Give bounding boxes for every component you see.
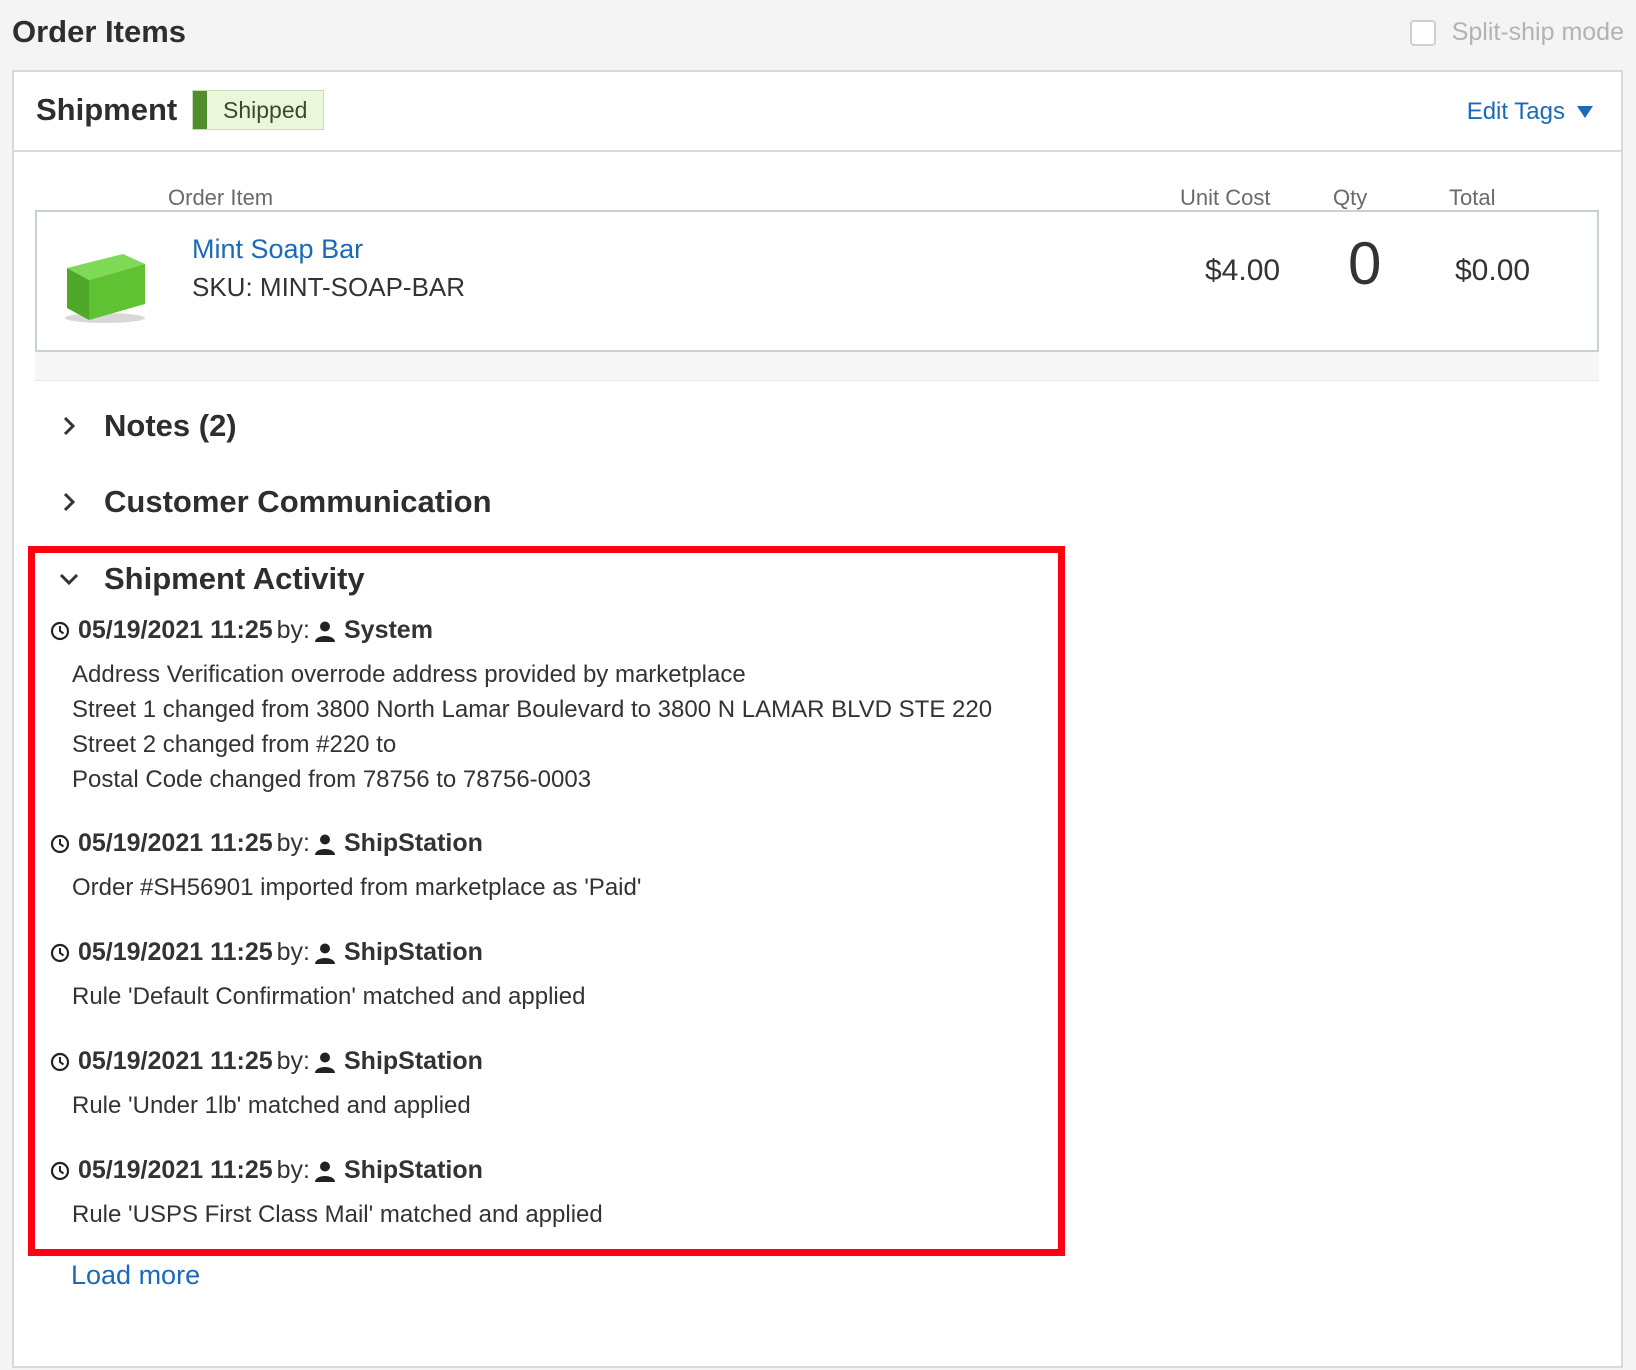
activity-header: 05/19/2021 11:25 by: ShipStation	[50, 938, 585, 967]
column-header-qty: Qty	[1333, 185, 1368, 210]
activity-line: Address Verification overrode address pr…	[72, 661, 746, 688]
shipment-header: Shipment Shipped Edit Tags	[14, 72, 1621, 152]
activity-actor: ShipStation	[344, 1156, 483, 1184]
column-header-total: Total	[1449, 185, 1496, 210]
user-icon	[315, 834, 335, 855]
activity-header: 05/19/2021 11:25 by: ShipStation	[50, 829, 641, 858]
user-icon	[315, 621, 335, 642]
activity-by-label: by:	[276, 616, 310, 644]
activity-header: 05/19/2021 11:25 by: ShipStation	[50, 1156, 603, 1185]
split-ship-toggle[interactable]: Split-ship mode	[1409, 18, 1624, 47]
activity-timestamp: 05/19/2021 11:25	[78, 938, 273, 966]
split-ship-label: Split-ship mode	[1451, 18, 1624, 46]
section-notes[interactable]: Notes (2)	[58, 408, 237, 444]
page-title: Order Items	[12, 14, 187, 49]
activity-by-label: by:	[276, 829, 310, 857]
activity-body: Address Verification overrode address pr…	[72, 657, 992, 797]
section-customer-communication[interactable]: Customer Communication	[58, 484, 492, 520]
activity-body: Rule 'Default Confirmation' matched and …	[72, 979, 585, 1014]
activity-line: Street 2 changed from #220 to	[72, 731, 397, 758]
item-qty: 0	[1348, 230, 1382, 297]
clock-icon	[50, 1161, 70, 1180]
clock-icon	[50, 834, 70, 853]
activity-header: 05/19/2021 11:25 by: ShipStation	[50, 1047, 483, 1076]
section-shipment-activity[interactable]: Shipment Activity	[58, 561, 365, 597]
clock-icon	[50, 943, 70, 962]
status-badge: Shipped	[192, 90, 325, 130]
section-customer-communication-label: Customer Communication	[104, 484, 492, 519]
activity-timestamp: 05/19/2021 11:25	[78, 616, 273, 644]
chevron-right-icon	[63, 416, 76, 436]
activity-by-label: by:	[276, 1156, 310, 1184]
activity-body: Order #SH56901 imported from marketplace…	[72, 870, 641, 905]
activity-actor: System	[344, 616, 433, 644]
activity-header: 05/19/2021 11:25 by: System	[50, 616, 992, 645]
activity-actor: ShipStation	[344, 938, 483, 966]
activity-body: Rule 'Under 1lb' matched and applied	[72, 1088, 483, 1123]
user-icon	[315, 1161, 335, 1182]
column-header-order-item: Order Item	[168, 185, 274, 210]
activity-by-label: by:	[276, 938, 310, 966]
caret-down-icon	[1577, 106, 1593, 118]
clock-icon	[50, 1052, 70, 1071]
activity-timestamp: 05/19/2021 11:25	[78, 1047, 273, 1075]
user-icon	[315, 1052, 335, 1073]
chevron-right-icon	[63, 492, 76, 512]
activity-entry: 05/19/2021 11:25 by: ShipStation Order #…	[50, 829, 641, 905]
activity-timestamp: 05/19/2021 11:25	[78, 829, 273, 857]
order-items-panel: Shipment Shipped Edit Tags Order Item Un…	[12, 70, 1623, 1368]
activity-line: Street 1 changed from 3800 North Lamar B…	[72, 696, 993, 723]
shipment-title: Shipment	[36, 92, 178, 127]
user-icon	[315, 943, 335, 964]
section-notes-label: Notes (2)	[104, 408, 237, 443]
activity-line: Order #SH56901 imported from marketplace…	[72, 874, 642, 901]
status-color-bar	[193, 91, 207, 129]
load-more-link[interactable]: Load more	[71, 1260, 200, 1291]
item-name-link[interactable]: Mint Soap Bar	[192, 234, 363, 265]
activity-line: Rule 'Under 1lb' matched and applied	[72, 1092, 471, 1119]
activity-by-label: by:	[276, 1047, 310, 1075]
edit-tags-button[interactable]: Edit Tags	[1467, 98, 1593, 126]
activity-actor: ShipStation	[344, 829, 483, 857]
clock-icon	[50, 621, 70, 640]
activity-entry: 05/19/2021 11:25 by: ShipStation Rule 'D…	[50, 938, 585, 1014]
split-ship-checkbox[interactable]	[1409, 19, 1436, 46]
activity-entry: 05/19/2021 11:25 by: ShipStation Rule 'U…	[50, 1047, 483, 1123]
activity-line: Rule 'Default Confirmation' matched and …	[72, 983, 586, 1010]
item-sku: SKU: MINT-SOAP-BAR	[192, 272, 466, 302]
activity-actor: ShipStation	[344, 1047, 483, 1075]
section-shipment-activity-label: Shipment Activity	[104, 561, 365, 596]
item-unit-cost: $4.00	[1205, 254, 1281, 287]
product-thumbnail	[65, 254, 145, 323]
chevron-down-icon	[59, 573, 79, 586]
activity-body: Rule 'USPS First Class Mail' matched and…	[72, 1197, 603, 1232]
item-row-footer	[35, 352, 1599, 381]
order-item-row: Mint Soap Bar SKU: MINT-SOAP-BAR $4.00 0…	[35, 210, 1599, 352]
activity-line: Postal Code changed from 78756 to 78756-…	[72, 766, 592, 793]
item-total: $0.00	[1455, 254, 1531, 287]
activity-entry: 05/19/2021 11:25 by: System Address Veri…	[50, 616, 992, 797]
edit-tags-label: Edit Tags	[1466, 98, 1565, 125]
status-label: Shipped	[223, 96, 308, 123]
column-header-unit-cost: Unit Cost	[1180, 185, 1271, 210]
activity-line: Rule 'USPS First Class Mail' matched and…	[72, 1201, 603, 1228]
activity-entry: 05/19/2021 11:25 by: ShipStation Rule 'U…	[50, 1156, 603, 1232]
activity-timestamp: 05/19/2021 11:25	[78, 1156, 273, 1184]
